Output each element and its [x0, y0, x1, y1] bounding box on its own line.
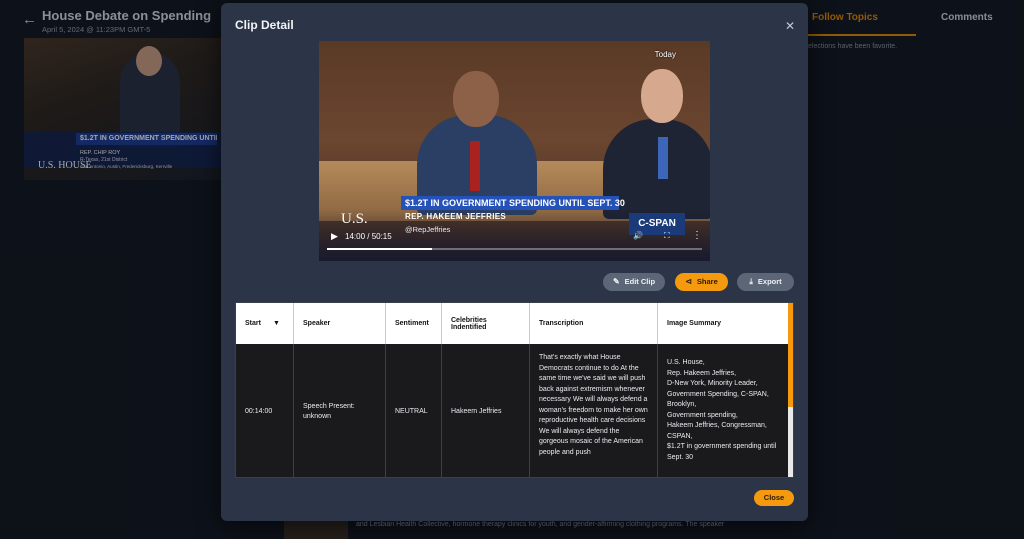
clip-detail-modal: Clip Detail ✕ Today $1.2T IN GOVERNMENT …: [221, 3, 808, 521]
close-button[interactable]: Close: [754, 490, 794, 506]
header-sentiment-label: Sentiment: [395, 320, 429, 327]
video-time: 14:00 / 50:15: [345, 232, 392, 241]
table-header: Start ▼ Speaker Sentiment Celebrities Ind…: [236, 303, 788, 344]
share-button[interactable]: ⊲ Share: [675, 273, 728, 291]
share-label: Share: [696, 277, 718, 286]
modal-title: Clip Detail: [235, 18, 294, 32]
cell-speaker-text: Speech Present: unknown: [303, 402, 355, 421]
header-transcription: Transcription: [530, 303, 658, 344]
video-controls: ▶ 14:00 / 50:15 🔊 ⛶ ⋮: [319, 230, 710, 261]
header-sentiment: Sentiment: [386, 303, 442, 344]
video-person-2-head: [641, 69, 683, 123]
play-icon[interactable]: ▶: [331, 231, 338, 242]
clip-table: Start ▼ Speaker Sentiment Celebrities Ind…: [235, 302, 794, 478]
header-start-label: Start: [245, 320, 261, 327]
download-icon: ⤓: [749, 277, 753, 286]
fullscreen-icon[interactable]: ⛶: [664, 231, 670, 241]
edit-clip-button[interactable]: ✎ Edit Clip: [603, 273, 665, 291]
volume-icon[interactable]: 🔊: [633, 231, 643, 240]
video-person-2-tie: [658, 137, 668, 179]
video-person-1-head: [453, 71, 499, 127]
header-image-summary: Image Summary: [658, 303, 788, 344]
share-icon: ⊲: [685, 277, 692, 286]
video-progress-track[interactable]: [327, 248, 702, 250]
header-celebrities-label: Celebrities Indentified: [451, 316, 487, 331]
video-today-label: Today: [654, 50, 676, 59]
export-button[interactable]: ⤓ Export: [737, 273, 794, 291]
header-speaker-label: Speaker: [303, 320, 331, 327]
more-options-icon[interactable]: ⋮: [692, 230, 702, 241]
header-image-summary-label: Image Summary: [667, 320, 722, 327]
edit-clip-label: Edit Clip: [624, 277, 656, 286]
cell-speaker: Speech Present: unknown: [294, 344, 386, 477]
video-progress-fill: [327, 248, 432, 250]
video-house-logo: U.S.: [341, 211, 368, 227]
table-row[interactable]: 00:14:00 Speech Present: unknown NEUTRAL…: [236, 344, 788, 477]
video-speaker-name: REP. HAKEEM JEFFRIES: [405, 212, 506, 221]
close-icon[interactable]: ✕: [785, 19, 795, 33]
clip-actions: ✎ Edit Clip ⊲ Share ⤓ Export: [221, 273, 808, 291]
cell-celebrities: Hakeem Jeffries: [442, 344, 530, 477]
cell-sentiment: NEUTRAL: [386, 344, 442, 477]
header-start[interactable]: Start ▼: [236, 303, 294, 344]
cell-transcription: That's exactly what House Democrats cont…: [530, 344, 658, 477]
table-scrollbar[interactable]: [788, 303, 793, 477]
header-speaker: Speaker: [294, 303, 386, 344]
sort-down-icon[interactable]: ▼: [273, 320, 280, 327]
export-label: Export: [757, 277, 782, 286]
header-celebrities: Celebrities Indentified: [442, 303, 530, 344]
cell-start: 00:14:00: [236, 344, 294, 477]
table-scrollbar-thumb[interactable]: [788, 303, 793, 407]
video-player[interactable]: Today $1.2T IN GOVERNMENT SPENDING UNTIL…: [319, 41, 710, 261]
header-transcription-label: Transcription: [539, 320, 584, 327]
video-person-1-tie: [470, 141, 480, 191]
cell-image-summary: U.S. House, Rep. Hakeem Jeffries, D-New …: [667, 359, 777, 461]
video-headline: $1.2T IN GOVERNMENT SPENDING UNTIL SEPT.…: [401, 196, 625, 210]
pencil-icon: ✎: [612, 277, 620, 286]
